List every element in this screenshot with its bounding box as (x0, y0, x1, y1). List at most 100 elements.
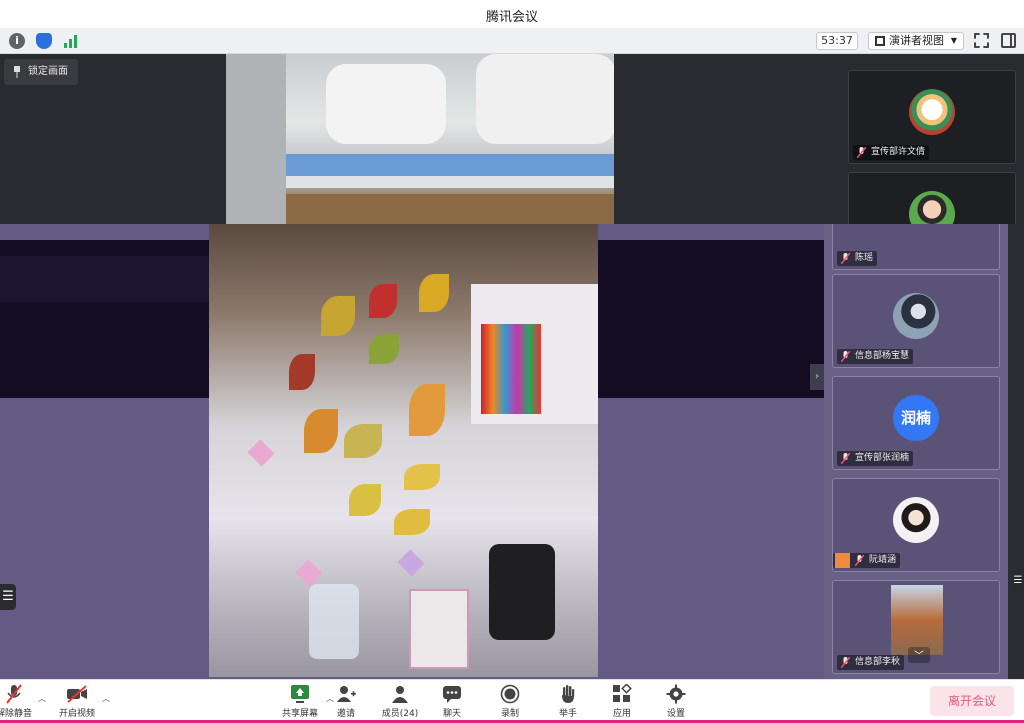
leaf-decoration (404, 464, 440, 490)
avatar: 润楠 (893, 395, 939, 441)
participant-tile[interactable]: 陈瑶 (832, 224, 1000, 270)
panel-edge (1008, 224, 1024, 679)
participant-tile[interactable] (848, 172, 1016, 237)
water-bottle (309, 584, 359, 659)
participant-name-tag: 宣传部张润楠 (837, 451, 914, 466)
pillow (326, 64, 446, 144)
toolbar-label: 邀请 (336, 709, 355, 719)
fullscreen-icon[interactable] (974, 33, 989, 48)
leaf-decoration (369, 334, 399, 364)
leave-meeting-button[interactable]: 离开会议 (930, 686, 1014, 716)
kettle (489, 544, 555, 640)
participant-tile[interactable]: 宣传部许文倩 (848, 70, 1016, 164)
layout-icon (875, 36, 885, 46)
mic-muted-icon (6, 684, 22, 704)
wall (226, 54, 286, 224)
participant-tile[interactable]: 润楠 宣传部张润楠 (832, 376, 1000, 470)
toolbar-label: 解除静音 (0, 709, 32, 719)
share-screen-icon (291, 685, 309, 703)
members-button[interactable]: 成员(24) (374, 682, 426, 722)
participant-name: 信息部杨宝慧 (855, 351, 910, 361)
leaf-decoration (321, 296, 355, 336)
meeting-info-bar: i 53:37 演讲者视图 ▼ (0, 28, 1024, 54)
chevron-down-icon[interactable]: ﹀ (908, 647, 930, 663)
participant-name-tag: 陈瑶 (837, 251, 878, 266)
menu-icon[interactable]: ☰ (0, 584, 16, 610)
raise-hand-button[interactable]: 举手 (542, 682, 594, 722)
raise-hand-icon (562, 685, 575, 703)
apps-button[interactable]: 应用 (596, 682, 648, 722)
toolbar-label: 开启视频 (58, 709, 95, 719)
signal-icon[interactable] (62, 33, 78, 49)
record-button[interactable]: 录制 (484, 682, 536, 722)
members-icon (392, 686, 408, 703)
invite-icon (337, 686, 356, 702)
toolbar-label: 举手 (558, 709, 577, 719)
chevron-right-icon[interactable]: › (810, 364, 824, 390)
unmute-button[interactable]: 解除静音 (0, 682, 40, 722)
avatar (909, 89, 955, 135)
lock-screen-button[interactable]: 锁定画面 (4, 59, 78, 85)
participant-tile[interactable]: 阮靖涵 (832, 478, 1000, 572)
participant-name: 陈瑶 (855, 253, 874, 263)
toolbar-label: 聊天 (442, 709, 461, 719)
participant-name-tag: 信息部杨宝慧 (837, 349, 914, 364)
toolbar-label: 成员(24) (381, 709, 419, 719)
host-icon (835, 553, 850, 568)
info-icon[interactable]: i (9, 33, 25, 49)
chevron-down-icon: ▼ (950, 36, 957, 45)
mic-muted-icon (855, 555, 864, 566)
toolbar-label: 录制 (500, 709, 519, 719)
settings-button[interactable]: 设置 (650, 682, 702, 722)
mic-muted-icon (857, 147, 866, 158)
mic-muted-icon (841, 453, 850, 464)
chevron-up-icon[interactable]: ︿ (102, 693, 110, 704)
leaf-decoration (419, 274, 449, 312)
participant-name: 阮靖涵 (869, 555, 897, 565)
invite-button[interactable]: 邀请 (320, 682, 372, 722)
chevron-up-icon[interactable]: ︿ (38, 693, 46, 704)
mic-muted-icon (841, 657, 850, 668)
pin-icon (14, 66, 20, 78)
meeting-timer: 53:37 (816, 32, 858, 50)
leaf-decoration (394, 509, 430, 535)
leaf-decoration (369, 284, 397, 318)
participant-video-thumbnail (891, 585, 943, 655)
participant-tile[interactable]: 信息部杨宝慧 (832, 274, 1000, 368)
participant-name-tag: 阮靖涵 (833, 553, 901, 568)
books (481, 324, 541, 414)
view-mode-label: 演讲者视图 (889, 34, 944, 47)
toolbar-label: 设置 (666, 709, 685, 719)
title-bar: 腾讯会议 (0, 0, 1024, 28)
participant-name: 宣传部张润楠 (855, 453, 910, 463)
settings-icon (666, 684, 686, 704)
leaf-decoration (289, 354, 315, 390)
toolbar-label: 应用 (612, 709, 631, 719)
mirror (409, 589, 469, 669)
chat-button[interactable]: 聊天 (426, 682, 478, 722)
shield-icon[interactable] (36, 33, 52, 49)
mic-muted-icon (841, 351, 850, 362)
heart-decoration (397, 549, 425, 577)
leaf-decoration (409, 384, 445, 436)
main-video-feed (226, 54, 614, 224)
lock-screen-label: 锁定画面 (28, 66, 68, 77)
bottom-toolbar: 解除静音 ︿ 开启视频 ︿ 共享屏幕 ︿ 邀请 成员(24) 聊天 录制 举手 … (0, 679, 1024, 723)
apps-icon (613, 684, 632, 702)
view-mode-select[interactable]: 演讲者视图 ▼ (868, 32, 964, 50)
camera-off-icon (67, 685, 87, 703)
start-video-button[interactable]: 开启视频 (51, 682, 103, 722)
leaf-decoration (344, 424, 382, 458)
participant-name: 宣传部许文倩 (871, 147, 926, 157)
participant-name: 信息部李秋 (855, 657, 901, 667)
heart-decoration (295, 559, 323, 587)
avatar (893, 293, 939, 339)
window-title: 腾讯会议 (485, 10, 538, 25)
leaf-decoration (349, 484, 381, 516)
sidebar-toggle-icon[interactable] (1001, 33, 1016, 48)
heart-decoration (247, 439, 275, 467)
pillow (476, 54, 614, 144)
list-icon[interactable]: ☰ (1012, 570, 1024, 592)
chat-icon (443, 686, 461, 703)
main-video-feed (209, 224, 598, 677)
